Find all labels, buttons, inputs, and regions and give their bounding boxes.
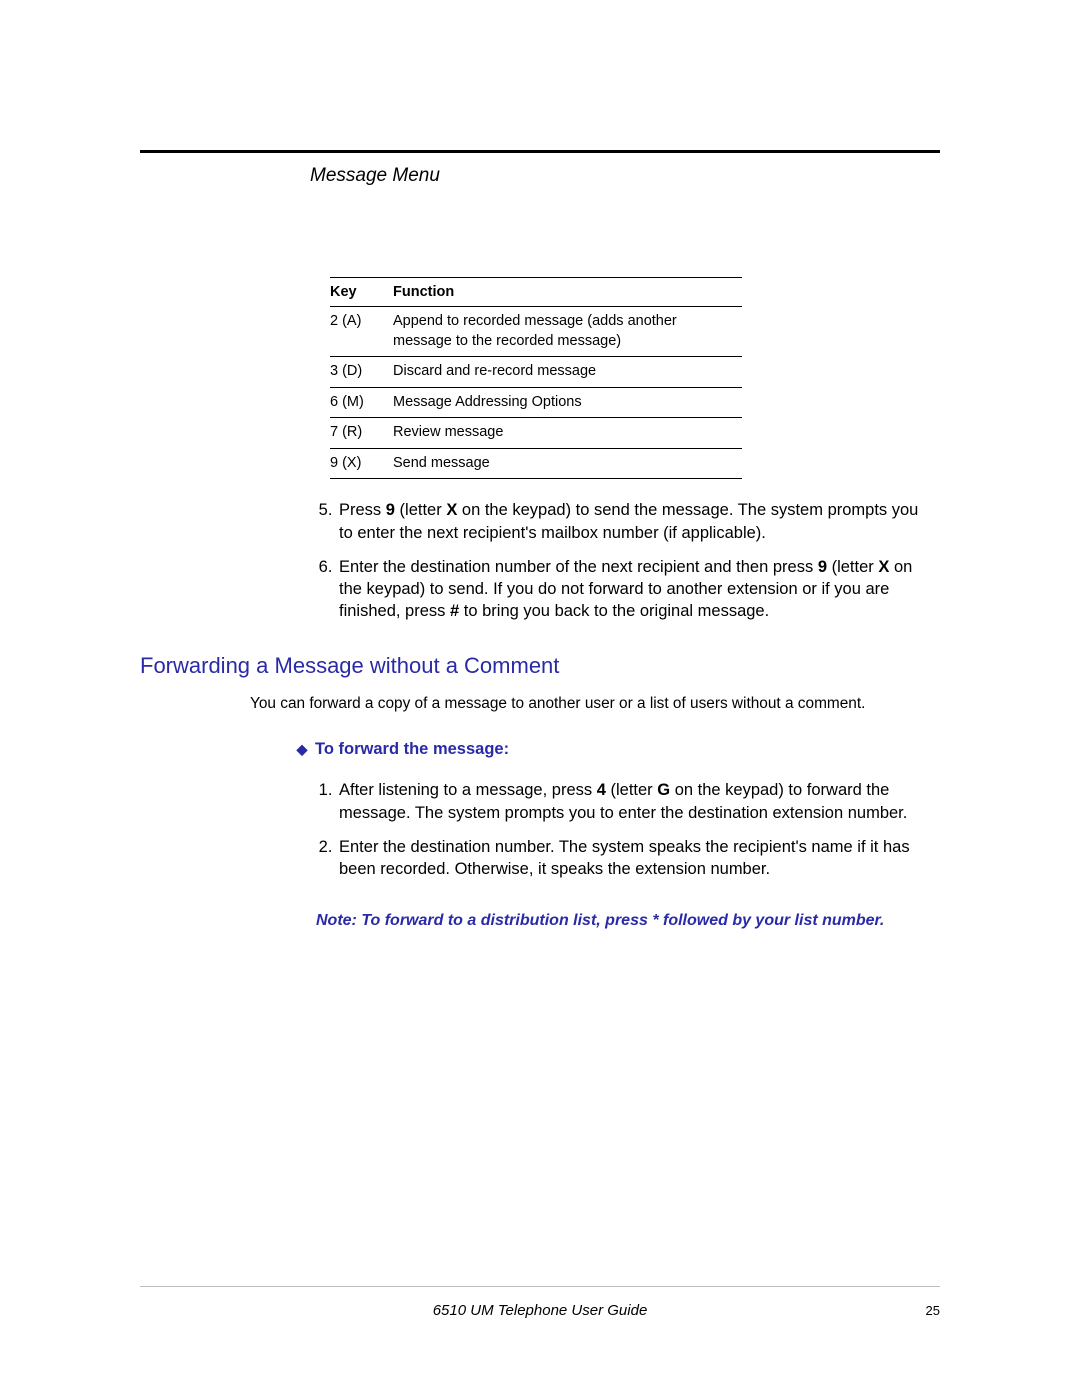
top-horizontal-rule [140, 150, 940, 153]
key-bold: G [657, 781, 670, 799]
numbered-steps-lower: After listening to a message, press 4 (l… [140, 779, 940, 880]
footer-title: 6510 UM Telephone User Guide [433, 1302, 648, 1319]
step-text: Enter the destination number of the next… [339, 558, 818, 576]
table-row: 6 (M) Message Addressing Options [330, 387, 742, 418]
step-text: (letter [606, 781, 657, 799]
step-item: Enter the destination number. The system… [337, 836, 940, 881]
step-item: After listening to a message, press 4 (l… [337, 779, 940, 824]
col-header-function: Function [393, 278, 742, 307]
subheading-to-forward: ◆ To forward the message: [295, 740, 940, 759]
cell-key: 7 (R) [330, 418, 393, 449]
cell-function: Message Addressing Options [393, 387, 742, 418]
step-item: Enter the destination number of the next… [337, 556, 940, 623]
subheading-text: To forward the message: [315, 740, 509, 758]
col-header-key: Key [330, 278, 393, 307]
step-text: After listening to a message, press [339, 781, 597, 799]
cell-function: Append to recorded message (adds another… [393, 307, 742, 357]
cell-key: 6 (M) [330, 387, 393, 418]
cell-function: Discard and re-record message [393, 357, 742, 388]
table-header-row: Key Function [330, 278, 742, 307]
footer-rule [140, 1286, 940, 1287]
step-text: to bring you back to the original messag… [459, 602, 769, 620]
footer: 6510 UM Telephone User Guide 25 [140, 1302, 940, 1319]
step-item: Press 9 (letter X on the keypad) to send… [337, 499, 940, 544]
section-title: Message Menu [310, 165, 940, 187]
table-row: 3 (D) Discard and re-record message [330, 357, 742, 388]
table-row: 9 (X) Send message [330, 448, 742, 479]
step-text: (letter [827, 558, 878, 576]
step-text: (letter [395, 501, 446, 519]
diamond-icon: ◆ [295, 741, 309, 758]
page: Message Menu Key Function 2 (A) Append t… [0, 0, 1080, 1397]
numbered-steps-upper: Press 9 (letter X on the keypad) to send… [140, 499, 940, 622]
table-row: 2 (A) Append to recorded message (adds a… [330, 307, 742, 357]
step-text: Press [339, 501, 386, 519]
cell-key: 2 (A) [330, 307, 393, 357]
cell-function: Review message [393, 418, 742, 449]
heading-forwarding: Forwarding a Message without a Comment [140, 653, 940, 679]
table-row: 7 (R) Review message [330, 418, 742, 449]
footer-page-number: 25 [910, 1303, 940, 1318]
key-function-table: Key Function 2 (A) Append to recorded me… [330, 277, 742, 479]
key-bold: 4 [597, 781, 606, 799]
note-block: Note: To forward to a distribution list,… [316, 910, 940, 932]
key-bold: 9 [818, 558, 827, 576]
key-bold: # [450, 602, 459, 620]
cell-key: 3 (D) [330, 357, 393, 388]
step-text: Enter the destination number. The system… [339, 838, 910, 878]
cell-function: Send message [393, 448, 742, 479]
cell-key: 9 (X) [330, 448, 393, 479]
key-bold: X [446, 501, 457, 519]
step-text: 9 [386, 501, 395, 519]
lead-paragraph: You can forward a copy of a message to a… [140, 693, 940, 715]
key-bold: X [878, 558, 889, 576]
